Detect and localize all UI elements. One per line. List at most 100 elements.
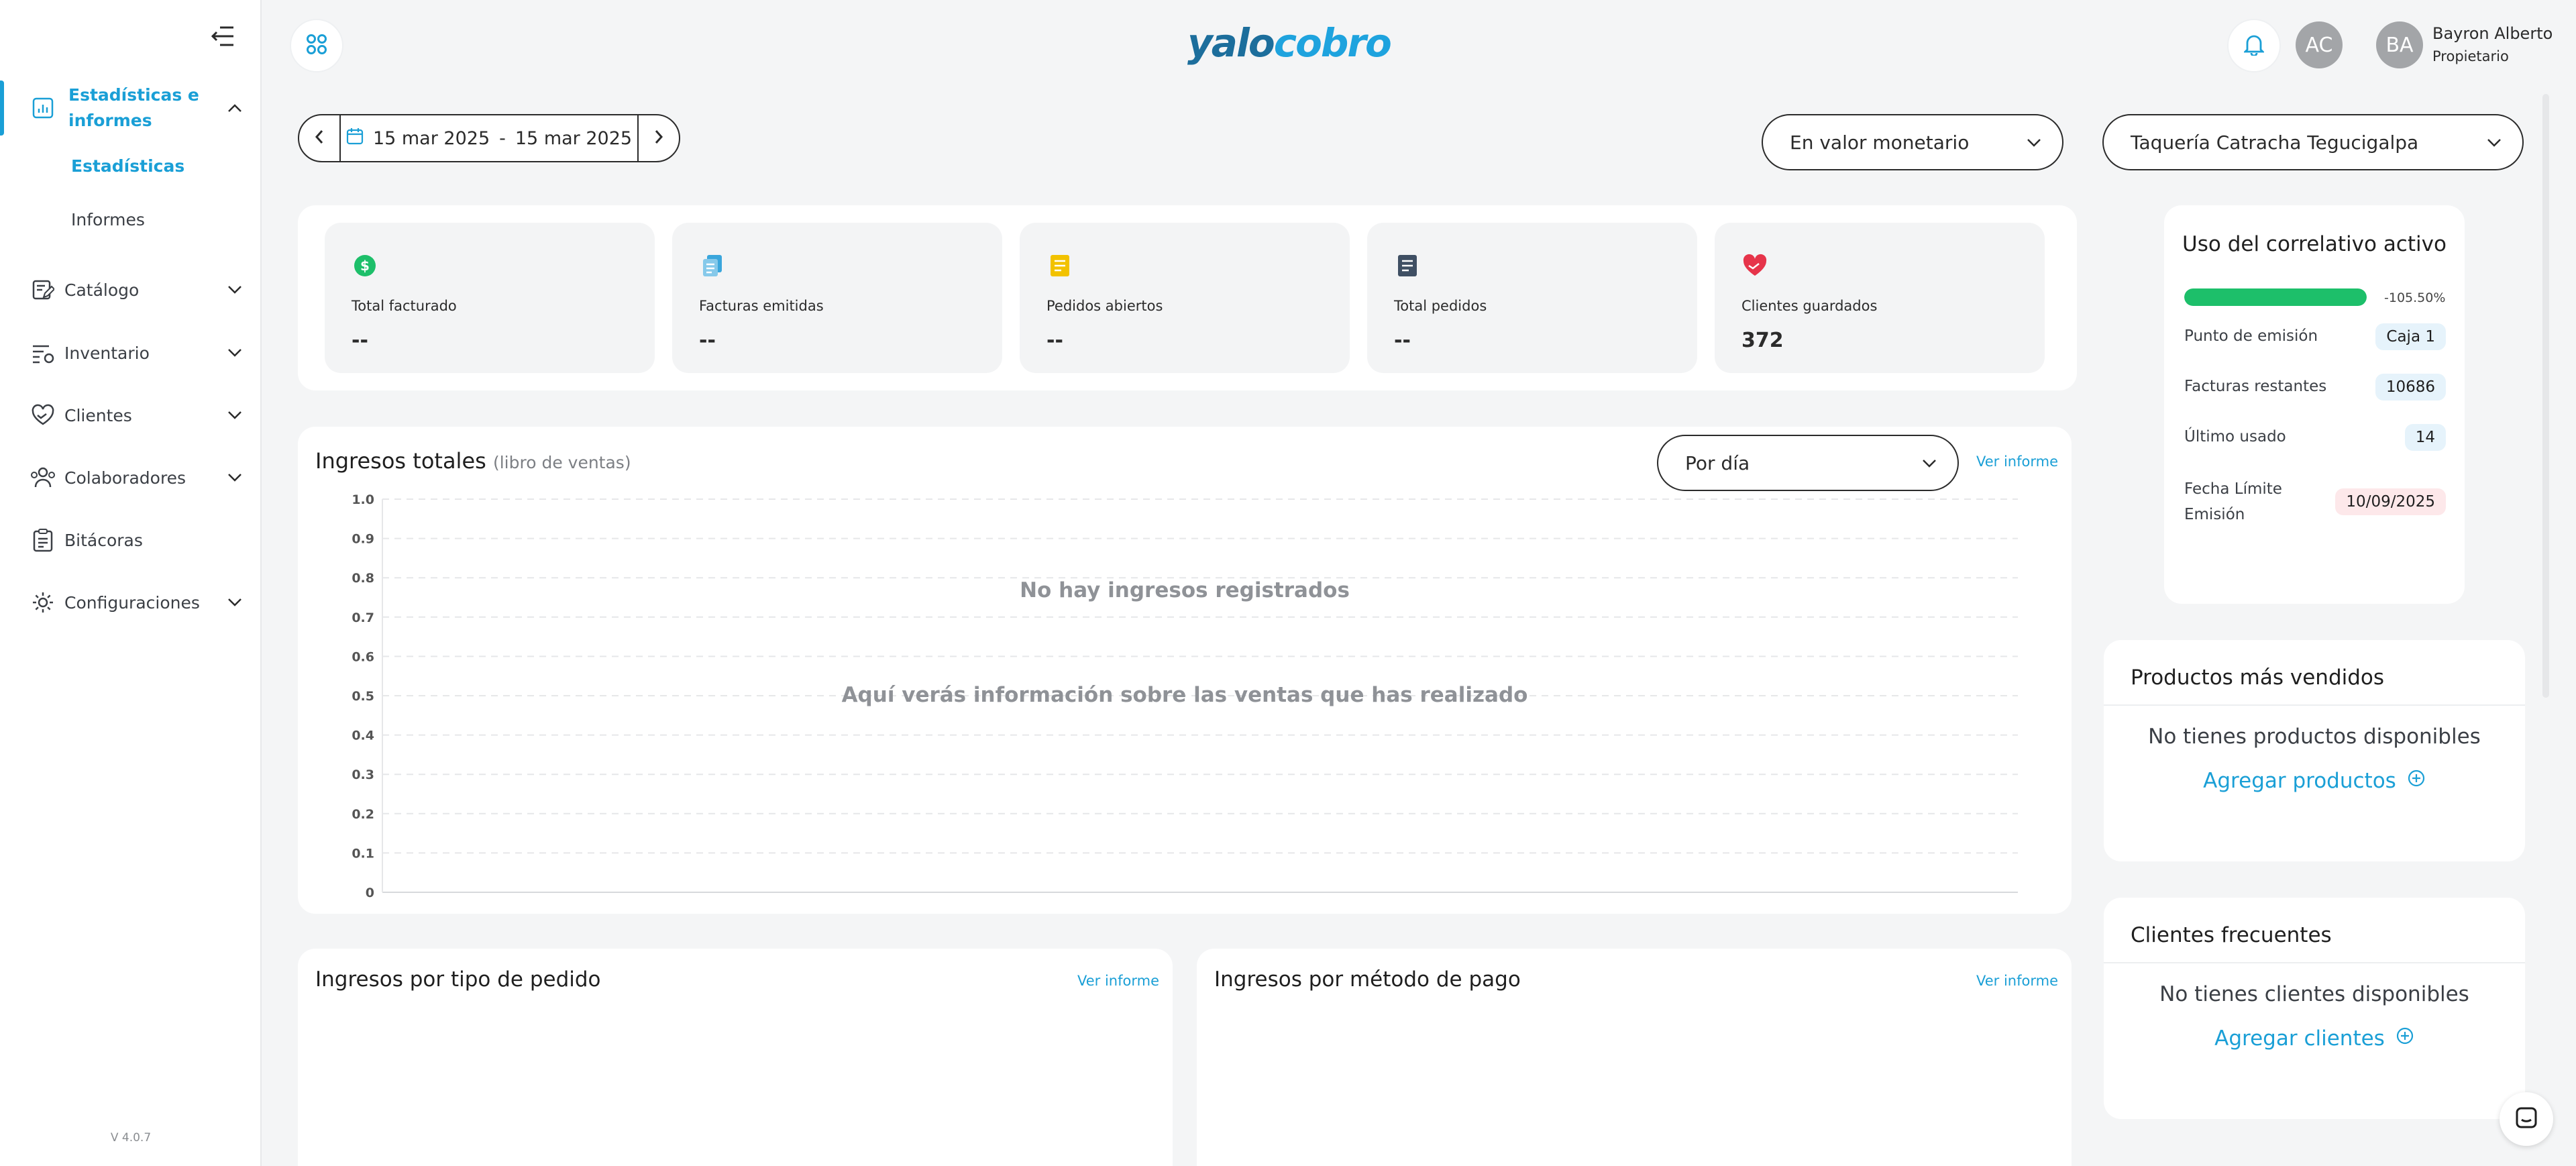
user-avatar[interactable]: BA — [2376, 21, 2423, 68]
chart-y-tick-label: 0.3 — [352, 767, 374, 782]
heart-icon — [1741, 252, 1768, 279]
add-clients-button[interactable]: Agregar clientes — [2104, 1026, 2525, 1051]
branch-select[interactable]: Taquería Catracha Tegucigalpa — [2102, 114, 2524, 170]
frequent-clients-title: Clientes frecuentes — [2131, 923, 2332, 947]
revenue-title-text: Ingresos totales — [315, 448, 486, 474]
open-orders-icon — [1046, 252, 1073, 279]
value-mode-select[interactable]: En valor monetario — [1762, 114, 2063, 170]
notifications-button[interactable] — [2227, 19, 2281, 72]
divider — [2104, 962, 2525, 963]
chart-y-tick-label: 0.2 — [352, 807, 374, 822]
sidebar-item-label: Catálogo — [64, 280, 140, 300]
correlativo-row-value: 14 — [2404, 424, 2446, 451]
chevron-down-icon[interactable] — [224, 467, 246, 488]
order-type-report-link[interactable]: Ver informe — [1077, 973, 1159, 989]
chevron-down-icon[interactable] — [224, 279, 246, 301]
kpi-label: Total facturado — [352, 298, 457, 314]
kpi-value: 372 — [1741, 329, 1784, 352]
sidebar-item-clientes[interactable]: Clientes — [0, 394, 262, 437]
sidebar-item-label: Clientes — [64, 405, 132, 425]
plus-circle-icon — [2407, 769, 2426, 793]
kpi-card-clientes-guardados: Clientes guardados 372 — [1715, 223, 2045, 373]
collapse-sidebar-icon[interactable] — [208, 23, 237, 50]
chart-y-tick-label: 0.9 — [352, 532, 374, 547]
correlativo-row-label: Fecha Límite Emisión — [2184, 480, 2282, 523]
revenue-chart: 1.0 0.9 0.8 0.7 0.6 0.5 0.4 0.3 0.2 0.1 0 No hay in… — [352, 492, 2018, 900]
revenue-panel: 1.0 0.9 0.8 0.7 0.6 0.5 0.4 0.3 0.2 0.1 0 No hay in… — [298, 427, 2072, 914]
apps-grid-button[interactable] — [290, 19, 343, 72]
order-type-title: Ingresos por tipo de pedido — [315, 967, 601, 992]
sidebar-item-colaboradores[interactable]: Colaboradores — [0, 456, 262, 499]
chevron-down-icon[interactable] — [224, 592, 246, 613]
correlativo-row-value: 10/09/2025 — [2335, 488, 2446, 515]
kpi-value: -- — [352, 329, 368, 352]
correlativo-progress-fill — [2184, 288, 2367, 306]
add-products-button[interactable]: Agregar productos — [2104, 769, 2525, 793]
sidebar-subitem-estadisticas[interactable]: Estadísticas — [71, 156, 184, 176]
catalog-edit-icon — [30, 276, 56, 303]
kpi-value: -- — [1046, 329, 1063, 352]
order-type-panel: Ingresos por tipo de pedido Ver informe — [298, 949, 1173, 1166]
sidebar-item-inventario[interactable]: Inventario — [0, 331, 262, 374]
previous-date-button[interactable] — [299, 115, 341, 161]
correlativo-row-label: Punto de emisión — [2184, 327, 2318, 345]
chevron-down-icon — [2485, 133, 2504, 156]
sidebar-item-label: Colaboradores — [64, 468, 186, 488]
correlativo-percentage: -105.50% — [2384, 290, 2446, 305]
sidebar-item-bitacoras[interactable]: Bitácoras — [0, 519, 262, 562]
chart-y-tick-label: 0.8 — [352, 571, 374, 586]
date-from: 15 mar 2025 — [372, 127, 490, 149]
bell-icon — [2243, 33, 2265, 58]
chevron-left-icon — [315, 129, 324, 148]
chart-y-tick-label: 0.7 — [352, 611, 374, 625]
correlativo-panel: Uso del correlativo activo -105.50% Punt… — [2164, 205, 2465, 604]
chevron-up-icon[interactable] — [224, 97, 246, 119]
chart-y-tick-label: 1.0 — [352, 492, 374, 507]
revenue-title: Ingresos totales (libro de ventas) — [315, 448, 631, 474]
kpi-label: Total pedidos — [1394, 298, 1487, 314]
revenue-report-link[interactable]: Ver informe — [1976, 454, 2058, 470]
period-select[interactable]: Por día — [1657, 435, 1959, 491]
sidebar-item-estadisticas[interactable]: Estadísticas e informes — [0, 81, 262, 136]
next-date-button[interactable] — [637, 115, 679, 161]
app-version: V 4.0.7 — [110, 1131, 152, 1145]
kpi-card-pedidos-abiertos: Pedidos abiertos -- — [1020, 223, 1350, 373]
user-role: Propietario — [2432, 48, 2509, 64]
clipboard-icon — [30, 527, 56, 553]
correlativo-row-value: Caja 1 — [2375, 323, 2446, 350]
sidebar-item-catalogo[interactable]: Catálogo — [0, 268, 262, 311]
chevron-down-icon[interactable] — [224, 405, 246, 426]
chevron-down-icon — [1920, 454, 1939, 477]
correlativo-row-value: 10686 — [2375, 374, 2446, 401]
revenue-subtitle: (libro de ventas) — [492, 453, 631, 472]
add-clients-label: Agregar clientes — [2214, 1026, 2385, 1051]
sidebar-item-label: Bitácoras — [64, 530, 143, 550]
chat-support-button[interactable] — [2500, 1092, 2553, 1146]
calendar-icon — [346, 127, 364, 150]
apps-grid-icon — [305, 33, 328, 58]
sidebar-subitem-informes[interactable]: Informes — [71, 210, 145, 229]
correlativo-row-label: Facturas restantes — [2184, 378, 2327, 395]
kpi-label: Pedidos abiertos — [1046, 298, 1163, 314]
sidebar-item-configuraciones[interactable]: Configuraciones — [0, 581, 262, 624]
page-scrollbar[interactable] — [2542, 94, 2549, 698]
user-name[interactable]: Bayron Alberto — [2432, 24, 2553, 43]
correlativo-row-ultimo: Último usado 14 — [2184, 424, 2446, 451]
chart-empty-title: No hay ingresos registrados — [1020, 578, 1350, 602]
inventory-settings-icon — [30, 339, 56, 366]
chat-icon — [2515, 1106, 2538, 1132]
heart-hand-icon — [30, 402, 56, 429]
sidebar: Estadísticas e informes Estadísticas Inf… — [0, 0, 262, 1166]
payment-method-report-link[interactable]: Ver informe — [1976, 973, 2058, 989]
correlativo-row-punto: Punto de emisión Caja 1 — [2184, 323, 2446, 350]
plus-circle-icon — [2396, 1026, 2414, 1051]
add-products-label: Agregar productos — [2203, 769, 2396, 793]
date-range-field[interactable]: 15 mar 2025 - 15 mar 2025 — [341, 127, 637, 150]
kpi-value: -- — [699, 329, 716, 352]
divider — [2104, 704, 2525, 706]
gear-icon — [30, 589, 56, 616]
chevron-down-icon[interactable] — [224, 342, 246, 364]
avatar[interactable]: AC — [2296, 21, 2343, 68]
correlativo-row-fecha-limite: Fecha Límite Emisión 10/09/2025 — [2184, 476, 2446, 530]
sidebar-item-label: Estadísticas e informes — [68, 85, 199, 130]
